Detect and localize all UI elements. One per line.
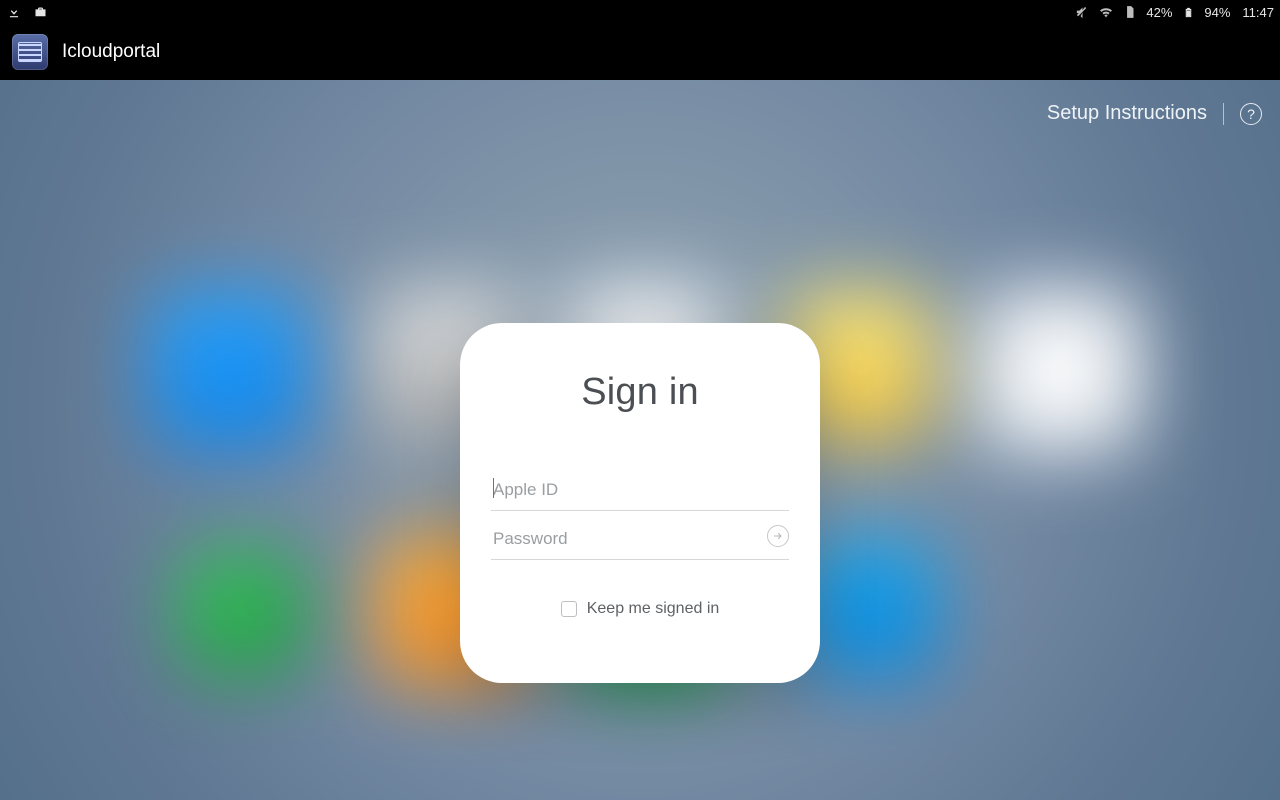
app-title: Icloudportal bbox=[62, 41, 160, 63]
password-input[interactable] bbox=[491, 519, 789, 560]
briefcase-icon bbox=[32, 4, 48, 20]
download-icon bbox=[6, 4, 22, 20]
battery-icon bbox=[1180, 4, 1196, 20]
apple-id-input[interactable] bbox=[491, 470, 789, 511]
keep-signed-in-checkbox[interactable] bbox=[561, 601, 577, 617]
battery1-pct: 42% bbox=[1146, 5, 1172, 20]
text-caret bbox=[493, 478, 494, 498]
sign-in-card: Sign in Keep me signed in bbox=[460, 323, 820, 683]
help-icon[interactable]: ? bbox=[1240, 103, 1262, 125]
apple-id-field-wrap bbox=[491, 470, 789, 511]
clock-time: 11:47 bbox=[1242, 5, 1274, 20]
app-action-bar: Icloudportal bbox=[0, 24, 1280, 80]
keep-signed-in-label: Keep me signed in bbox=[587, 600, 720, 618]
sign-in-heading: Sign in bbox=[581, 371, 699, 414]
keep-signed-in-row[interactable]: Keep me signed in bbox=[561, 600, 720, 618]
password-field-wrap bbox=[491, 519, 789, 560]
app-icon bbox=[12, 34, 48, 70]
top-links: Setup Instructions ? bbox=[1047, 102, 1262, 125]
sim-icon bbox=[1122, 4, 1138, 20]
mute-icon bbox=[1074, 4, 1090, 20]
content-area: Setup Instructions ? Sign in Keep me sig… bbox=[0, 80, 1280, 800]
divider bbox=[1223, 103, 1224, 125]
android-status-bar: 42% 94% 11:47 bbox=[0, 0, 1280, 24]
battery2-pct: 94% bbox=[1204, 5, 1230, 20]
wifi-icon bbox=[1098, 4, 1114, 20]
setup-instructions-link[interactable]: Setup Instructions bbox=[1047, 102, 1207, 125]
sign-in-submit-button[interactable] bbox=[767, 525, 789, 547]
